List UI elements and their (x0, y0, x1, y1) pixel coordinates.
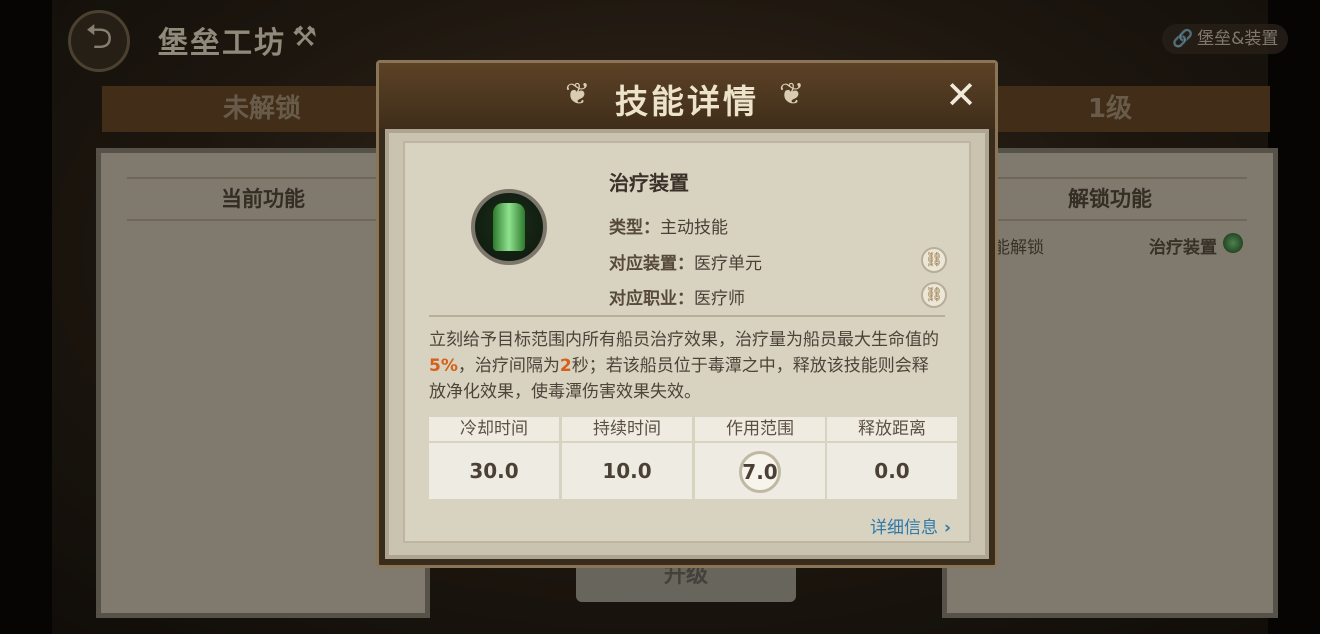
ornament-right-icon: ❦ (779, 77, 805, 112)
stat-value: 30.0 (429, 443, 559, 499)
device-link-icon[interactable]: ⛓ (921, 247, 947, 273)
stat-range: 作用范围 7.0 (695, 417, 825, 501)
stat-cooldown: 冷却时间 30.0 (429, 417, 559, 501)
stat-duration: 持续时间 10.0 (562, 417, 692, 501)
stat-cast-distance: 释放距离 0.0 (827, 417, 957, 501)
divider (429, 315, 945, 317)
stat-value: 7.0 (739, 451, 781, 493)
desc-highlight-percent: 5% (429, 356, 458, 376)
details-label: 详细信息 (869, 518, 938, 538)
job-link-icon[interactable]: ⛓ (921, 282, 947, 308)
skill-description: 立刻给予目标范围内所有船员治疗效果，治疗量为船员最大生命值的5%，治疗间隔为2秒… (429, 327, 945, 405)
stat-value: 0.0 (827, 443, 957, 499)
desc-highlight-seconds: 2 (559, 356, 572, 376)
heal-device-icon (471, 189, 547, 265)
skill-device-row: 对应装置：医疗单元 (609, 249, 762, 274)
skill-type-key: 类型： (609, 218, 660, 238)
skill-device-value: 医疗单元 (694, 254, 762, 274)
stat-label: 释放距离 (827, 417, 957, 441)
desc-part1: 立刻给予目标范围内所有船员治疗效果，治疗量为船员最大生命值的 (429, 330, 939, 350)
skill-card: 治疗装置 类型：主动技能 对应装置：医疗单元 ⛓ 对应职业：医疗师 ⛓ 立刻给予… (403, 141, 971, 543)
skill-stats: 冷却时间 30.0 持续时间 10.0 作用范围 7.0 释放距离 0.0 (429, 417, 959, 501)
close-icon[interactable]: ✕ (945, 73, 977, 117)
skill-type-value: 主动技能 (660, 218, 728, 238)
stat-value: 10.0 (562, 443, 692, 499)
desc-part2: ，治疗间隔为 (457, 356, 560, 376)
stat-label: 作用范围 (695, 417, 825, 441)
modal-body: 治疗装置 类型：主动技能 对应装置：医疗单元 ⛓ 对应职业：医疗师 ⛓ 立刻给予… (385, 129, 989, 559)
modal-title: 技能详情 (615, 82, 759, 121)
skill-job-key: 对应职业： (609, 289, 694, 309)
skill-name: 治疗装置 (609, 171, 689, 195)
skill-job-row: 对应职业：医疗师 (609, 284, 745, 309)
stat-label: 冷却时间 (429, 417, 559, 441)
stat-label: 持续时间 (562, 417, 692, 441)
skill-type-row: 类型：主动技能 (609, 213, 728, 238)
skill-job-value: 医疗师 (694, 289, 745, 309)
heal-device-glow (493, 203, 525, 251)
skill-detail-modal: ❦ 技能详情 ❦ ✕ 治疗装置 类型：主动技能 对应装置：医疗单元 ⛓ 对应职业… (376, 60, 998, 568)
skill-device-key: 对应装置： (609, 254, 694, 274)
details-link[interactable]: 详细信息 › (870, 513, 951, 538)
modal-header: ❦ 技能详情 ❦ ✕ (379, 63, 995, 129)
chevron-right-icon: › (943, 518, 951, 538)
